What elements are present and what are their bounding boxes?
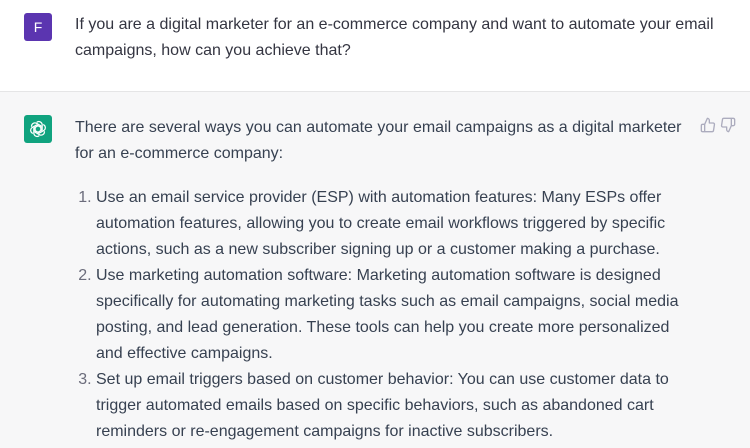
user-message-text: If you are a digital marketer for an e-c… — [75, 16, 714, 59]
thumbs-up-icon — [700, 117, 716, 133]
list-item: Set up email triggers based on customer … — [96, 367, 687, 445]
list-item: Use an email service provider (ESP) with… — [96, 185, 687, 263]
assistant-intro-text: There are several ways you can automate … — [75, 119, 682, 162]
thumbs-down-button[interactable] — [720, 117, 738, 135]
thumbs-down-icon — [720, 117, 736, 133]
user-message-row: F If you are a digital marketer for an e… — [0, 0, 750, 92]
list-item: Use marketing automation software: Marke… — [96, 263, 687, 367]
feedback-buttons — [692, 117, 740, 137]
answer-list: Use an email service provider (ESP) with… — [75, 185, 687, 445]
user-avatar: F — [24, 13, 52, 41]
assistant-message-row: There are several ways you can automate … — [0, 92, 750, 448]
openai-logo-icon — [30, 120, 46, 138]
thumbs-up-button[interactable] — [700, 117, 718, 135]
assistant-message-body: There are several ways you can automate … — [75, 115, 687, 445]
assistant-avatar — [24, 115, 52, 143]
